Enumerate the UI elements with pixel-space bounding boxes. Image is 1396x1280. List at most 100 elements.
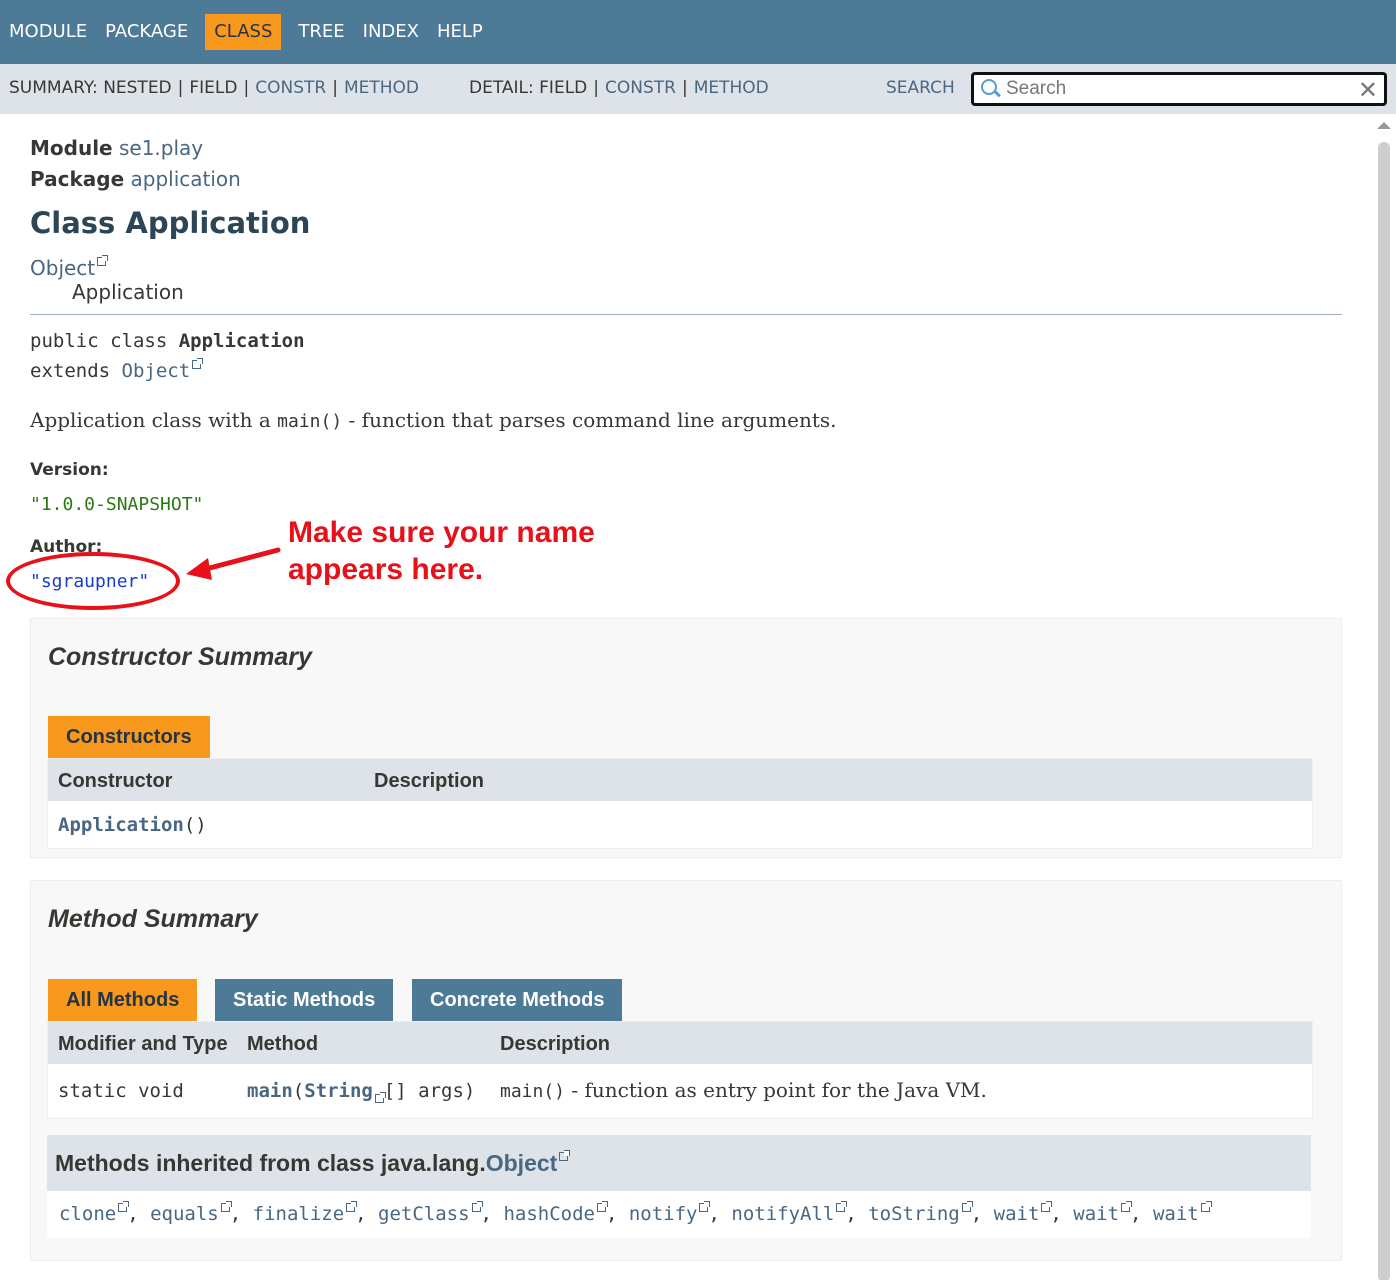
external-link-icon <box>559 1150 571 1162</box>
nav-package[interactable]: PACKAGE <box>96 14 197 50</box>
detail-method-link[interactable]: METHOD <box>694 78 769 98</box>
constructor-summary-title: Constructor Summary <box>48 643 312 671</box>
summary-label: SUMMARY: <box>9 78 98 98</box>
method-link-main[interactable]: main <box>247 1080 293 1102</box>
external-link-icon <box>192 357 204 369</box>
inheritance-parent: Object <box>30 255 109 280</box>
detail-constr-link[interactable]: CONSTR <box>605 78 676 98</box>
constructor-cell: Application() <box>58 814 207 836</box>
tab-static-methods[interactable]: Static Methods <box>215 979 394 1021</box>
constructor-table: Constructor Description Application() <box>47 758 1313 849</box>
module-line: Module se1.play <box>30 136 203 160</box>
vertical-scrollbar[interactable] <box>1372 114 1396 1280</box>
column-header-method: Method <box>247 1033 319 1055</box>
external-link-icon <box>961 1200 973 1212</box>
inherited-method-link-wait[interactable]: wait <box>994 1203 1040 1225</box>
constructor-link[interactable]: Application <box>58 814 184 836</box>
list-separator: , <box>127 1203 151 1225</box>
scroll-up-arrow-icon[interactable] <box>1377 122 1391 129</box>
external-link-icon <box>1121 1200 1133 1212</box>
detail-label: DETAIL: <box>469 78 534 98</box>
inherited-method-link-toString[interactable]: toString <box>868 1203 960 1225</box>
list-separator: , <box>605 1203 629 1225</box>
nav-help[interactable]: HELP <box>428 14 492 50</box>
inherited-method-link-notifyAll[interactable]: notifyAll <box>731 1203 834 1225</box>
modifier-cell: static void <box>58 1080 184 1102</box>
list-separator: , <box>229 1203 253 1225</box>
summary-nested: NESTED <box>103 78 172 98</box>
external-link-icon <box>1200 1200 1212 1212</box>
version-label: Version: <box>30 460 109 480</box>
list-separator: , <box>970 1203 994 1225</box>
scroll-thumb[interactable] <box>1378 142 1390 1280</box>
page-title: Class Application <box>30 206 311 240</box>
nav-index[interactable]: INDEX <box>354 14 428 50</box>
nav-module[interactable]: MODULE <box>0 14 96 50</box>
external-link-icon <box>1041 1200 1053 1212</box>
table-row: static void main(String[] args) main() -… <box>48 1064 1312 1118</box>
package-line: Package application <box>30 167 241 191</box>
inherited-method-link-wait[interactable]: wait <box>1073 1203 1119 1225</box>
search-label: SEARCH <box>886 78 955 98</box>
signature-extends: extends <box>30 360 122 382</box>
detail-links: DETAIL: FIELD | CONSTR | METHOD <box>469 78 769 98</box>
method-summary-title: Method Summary <box>48 905 258 933</box>
external-link-icon <box>346 1200 358 1212</box>
clear-icon[interactable]: ✕ <box>1358 77 1378 103</box>
inherited-methods-title: Methods inherited from class java.lang.O… <box>47 1135 1311 1191</box>
column-header-modifier: Modifier and Type <box>58 1033 228 1055</box>
table-header: Modifier and Type Method Description <box>48 1022 1312 1064</box>
summary-links: SUMMARY: NESTED | FIELD | CONSTR | METHOD <box>9 78 419 98</box>
method-summary-section: Method Summary All Methods Static Method… <box>30 880 1342 1261</box>
inherited-method-link-clone[interactable]: clone <box>59 1203 116 1225</box>
search-icon <box>980 78 1002 100</box>
detail-field: FIELD <box>539 78 588 98</box>
module-link[interactable]: se1.play <box>119 136 203 160</box>
inherited-method-link-equals[interactable]: equals <box>150 1203 219 1225</box>
object-link[interactable]: Object <box>30 256 95 280</box>
search-box[interactable]: ✕ <box>971 72 1387 106</box>
string-type-link[interactable]: String <box>304 1080 373 1102</box>
tab-all-methods[interactable]: All Methods <box>48 979 198 1021</box>
divider <box>30 314 1342 315</box>
summary-constr-link[interactable]: CONSTR <box>255 78 326 98</box>
column-header-description: Description <box>374 770 485 792</box>
tab-concrete-methods[interactable]: Concrete Methods <box>412 979 623 1021</box>
external-link-icon <box>374 1091 386 1103</box>
list-separator: , <box>708 1203 732 1225</box>
inherited-method-link-wait[interactable]: wait <box>1153 1203 1199 1225</box>
external-link-icon <box>97 255 109 267</box>
description-cell: main() - function as entry point for the… <box>500 1078 987 1102</box>
class-signature-line2: extends Object <box>30 357 204 382</box>
inherited-method-link-finalize[interactable]: finalize <box>253 1203 345 1225</box>
list-separator: , <box>355 1203 379 1225</box>
signature-class-name: Application <box>178 330 305 352</box>
module-label: Module <box>30 136 113 160</box>
package-label: Package <box>30 167 125 191</box>
method-cell: main(String[] args) <box>247 1080 476 1103</box>
inherited-method-link-notify[interactable]: notify <box>629 1203 698 1225</box>
column-header-description: Description <box>500 1033 611 1055</box>
external-link-icon <box>471 1200 483 1212</box>
summary-field: FIELD <box>189 78 238 98</box>
nav-tree[interactable]: TREE <box>289 14 353 50</box>
table-row: Application() <box>48 801 1312 847</box>
external-link-icon <box>699 1200 711 1212</box>
inherited-methods-block: Methods inherited from class java.lang.O… <box>47 1135 1311 1238</box>
method-table: Modifier and Type Method Description sta… <box>47 1021 1313 1119</box>
signature-object-link[interactable]: Object <box>122 360 191 382</box>
external-link-icon <box>596 1200 608 1212</box>
external-link-icon <box>220 1200 232 1212</box>
list-separator: , <box>845 1203 869 1225</box>
inherited-method-link-hashCode[interactable]: hashCode <box>503 1203 595 1225</box>
list-separator: , <box>1050 1203 1074 1225</box>
inherited-object-link[interactable]: Object <box>486 1150 558 1176</box>
nav-class: CLASS <box>205 14 282 50</box>
package-link[interactable]: application <box>131 167 241 191</box>
inherited-method-link-getClass[interactable]: getClass <box>378 1203 470 1225</box>
tab-constructors[interactable]: Constructors <box>48 716 210 758</box>
search-input[interactable] <box>1006 78 1346 100</box>
summary-method-link[interactable]: METHOD <box>344 78 419 98</box>
top-navigation-bar: MODULE PACKAGE CLASS TREE INDEX HELP <box>0 0 1396 64</box>
list-separator: , <box>1130 1203 1153 1225</box>
